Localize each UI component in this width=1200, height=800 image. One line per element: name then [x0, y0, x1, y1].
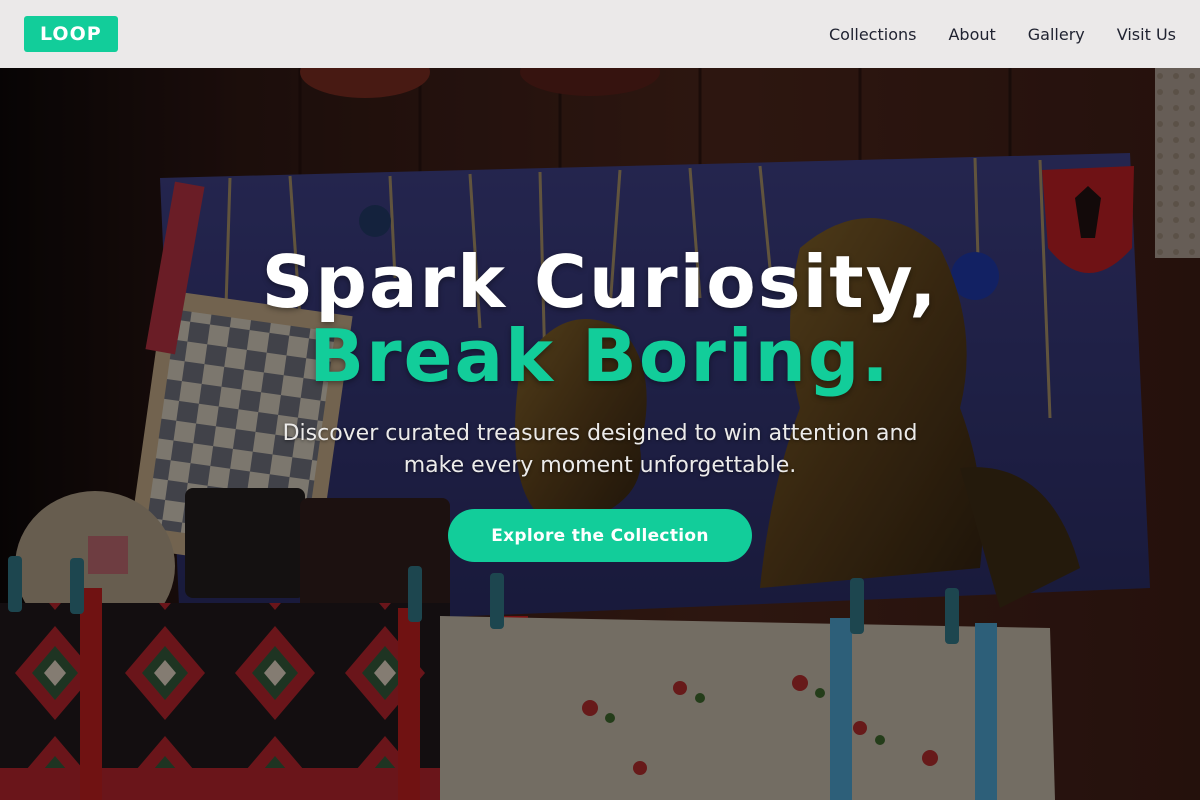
hero-headline-line1: Spark Curiosity, [261, 240, 939, 324]
explore-collection-button[interactable]: Explore the Collection [448, 509, 752, 562]
nav-links: Collections About Gallery Visit Us [829, 25, 1176, 44]
hero-content: Spark Curiosity, Break Boring. Discover … [0, 68, 1200, 800]
nav-link-collections[interactable]: Collections [829, 25, 916, 44]
hero-subtext: Discover curated treasures designed to w… [282, 421, 918, 478]
nav-link-about[interactable]: About [948, 25, 995, 44]
nav-link-gallery[interactable]: Gallery [1028, 25, 1085, 44]
hero-section: Spark Curiosity, Break Boring. Discover … [0, 68, 1200, 800]
nav-link-visit-us[interactable]: Visit Us [1117, 25, 1176, 44]
logo[interactable]: LOOP [24, 16, 118, 52]
hero-headline-line2: Break Boring. [309, 314, 891, 398]
navbar: LOOP Collections About Gallery Visit Us [0, 0, 1200, 68]
